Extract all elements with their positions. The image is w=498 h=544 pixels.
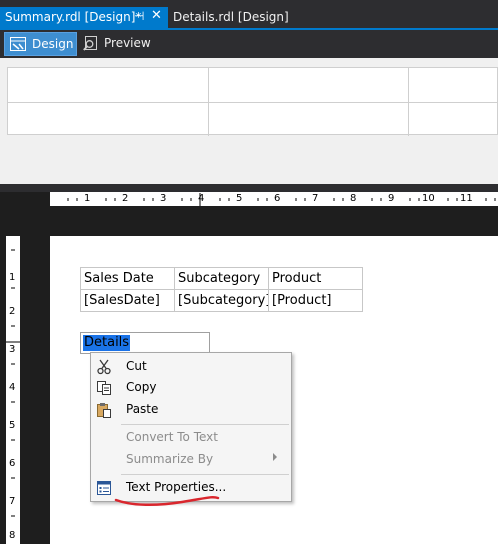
tablix-header-product[interactable]: Product: [268, 267, 363, 290]
menu-separator: [121, 424, 289, 425]
paste-icon: [97, 403, 111, 418]
ruler-label: 3: [9, 344, 16, 355]
designer-toolbar: Design Preview: [0, 30, 498, 58]
submenu-arrow-icon: [273, 453, 277, 461]
menu-separator: [121, 474, 289, 475]
ruler-label: 4: [9, 382, 16, 393]
ruler-label: 8: [9, 530, 16, 541]
report-header-area: [0, 58, 498, 184]
tab-details-rdl[interactable]: Details.rdl [Design]: [168, 7, 289, 28]
context-menu: Cut Copy Paste Convert To Text Summarize…: [90, 352, 292, 502]
details-selected-text[interactable]: Details: [83, 335, 131, 351]
details-textbox[interactable]: Details: [80, 332, 210, 354]
cut-icon: [97, 359, 111, 375]
header-grid[interactable]: [7, 67, 498, 136]
vertical-ruler: 1 2 3 4 5 6 7 8: [6, 236, 20, 544]
ruler-label: 5: [9, 420, 16, 431]
ruler-label: 5: [236, 193, 243, 204]
tablix-header-sales-date[interactable]: Sales Date: [80, 267, 175, 290]
pane-splitter[interactable]: [0, 184, 498, 192]
preview-button[interactable]: Preview: [80, 32, 152, 56]
ruler-label: 9: [388, 193, 395, 204]
close-icon[interactable]: ✕: [151, 8, 162, 23]
ruler-label: 1: [9, 272, 16, 283]
tablix-header-subcategory[interactable]: Subcategory: [174, 267, 269, 290]
ruler-label: 3: [160, 193, 167, 204]
text-properties-icon: [97, 481, 111, 495]
ruler-label: 6: [9, 458, 16, 469]
preview-icon: [83, 36, 97, 51]
design-button[interactable]: Design: [4, 32, 77, 56]
copy-icon: [97, 381, 111, 395]
tablix-field-subcategory[interactable]: [Subcategory]: [174, 289, 270, 312]
ruler-label: 7: [312, 193, 319, 204]
design-button-label: Design: [32, 37, 74, 51]
ruler-label: 11: [460, 193, 473, 204]
tablix-field-salesdate[interactable]: [SalesDate]: [80, 289, 175, 312]
preview-button-label: Preview: [104, 36, 151, 50]
menu-item-paste[interactable]: Paste: [126, 402, 158, 416]
design-icon: [10, 37, 26, 51]
tab-summary-label: Summary.rdl [Design]*: [5, 10, 142, 24]
menu-item-convert-to-text[interactable]: Convert To Text: [126, 430, 218, 444]
horizontal-ruler: 1 2 3 4 5 6 7 8 9 10 11: [50, 192, 498, 206]
ruler-label: 2: [122, 193, 129, 204]
menu-item-summarize-by[interactable]: Summarize By: [126, 452, 213, 466]
grid-divider: [8, 102, 498, 103]
tab-details-label: Details.rdl [Design]: [173, 10, 289, 24]
menu-item-copy[interactable]: Copy: [126, 380, 156, 394]
ruler-label: 2: [9, 306, 16, 317]
annotation-underline: [114, 495, 220, 507]
ruler-label: 8: [350, 193, 357, 204]
pin-icon[interactable]: ⊣: [134, 9, 144, 23]
ruler-label: 7: [9, 496, 16, 507]
ruler-label: 1: [84, 193, 91, 204]
menu-item-cut[interactable]: Cut: [126, 359, 147, 373]
tablix-field-product[interactable]: [Product]: [268, 289, 363, 312]
ruler-label: 6: [274, 193, 281, 204]
ruler-label: 10: [422, 193, 435, 204]
tab-summary-rdl[interactable]: Summary.rdl [Design]* ⊣ ✕: [0, 7, 168, 28]
ruler-label: 4: [198, 193, 205, 204]
